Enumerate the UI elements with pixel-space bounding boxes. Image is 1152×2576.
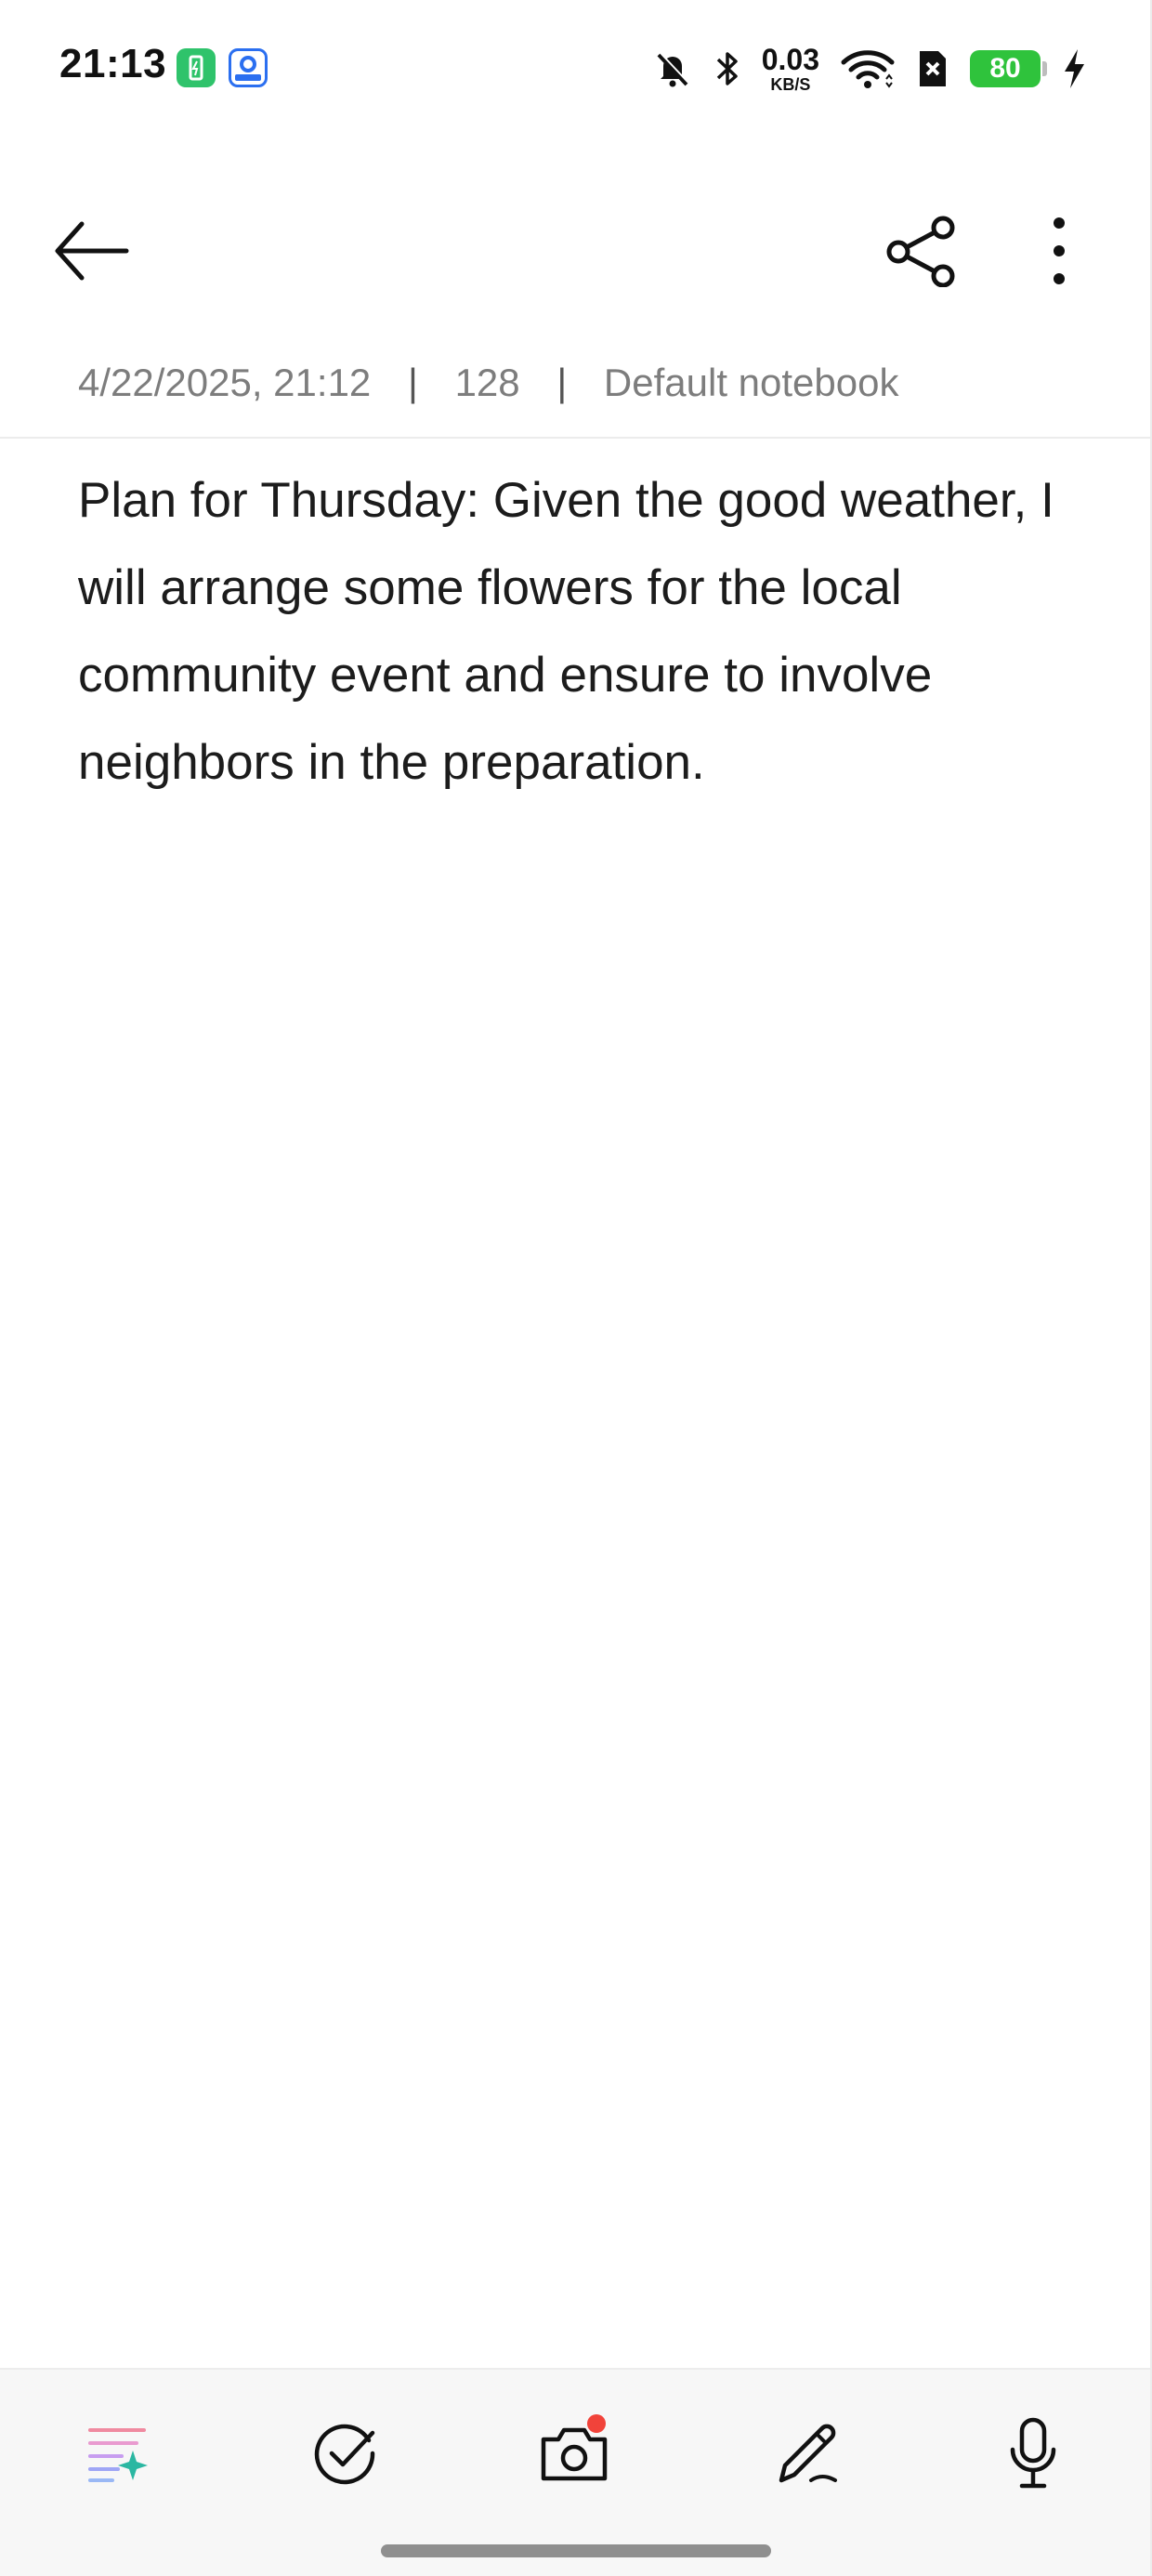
top-toolbar xyxy=(0,200,1152,302)
battery-indicator: 80 xyxy=(970,50,1047,87)
wifi-icon xyxy=(840,47,896,90)
checklist-icon xyxy=(314,2424,375,2485)
note-editor-screen: 21:13 0.03 KB/S 80 4/22/2025, 21:12 | 12… xyxy=(0,0,1152,2576)
back-button[interactable] xyxy=(45,204,137,297)
share-button[interactable] xyxy=(875,204,968,297)
note-date: 4/22/2025, 21:12 xyxy=(78,361,372,404)
note-meta-row: 4/22/2025, 21:12 | 128 | Default noteboo… xyxy=(78,361,898,405)
camera-notification-dot xyxy=(587,2414,606,2433)
checklist-button[interactable] xyxy=(300,2409,389,2498)
meta-divider xyxy=(0,437,1150,439)
location-app-icon xyxy=(229,48,268,87)
meta-separator: | xyxy=(407,361,418,404)
meta-separator: | xyxy=(556,361,568,404)
pen-icon xyxy=(779,2424,837,2483)
text-format-button[interactable] xyxy=(72,2409,162,2498)
status-bar: 21:13 0.03 KB/S 80 xyxy=(0,0,1152,139)
pen-button[interactable] xyxy=(764,2409,853,2498)
text-format-icon xyxy=(88,2428,148,2482)
microphone-button[interactable] xyxy=(988,2409,1078,2498)
status-icons: 0.03 KB/S 80 xyxy=(652,41,1087,97)
note-body-text[interactable]: Plan for Thursday: Given the good weathe… xyxy=(78,457,1081,807)
camera-button[interactable] xyxy=(530,2409,619,2498)
arrow-left-icon xyxy=(55,221,129,281)
more-options-button[interactable] xyxy=(1013,204,1106,297)
share-icon xyxy=(886,216,955,287)
mute-icon xyxy=(652,48,693,89)
note-editor-area[interactable] xyxy=(0,818,1150,2360)
bottom-toolbar xyxy=(0,2368,1150,2576)
charging-app-icon xyxy=(177,48,216,87)
home-indicator[interactable] xyxy=(381,2544,771,2557)
status-time: 21:13 xyxy=(59,41,167,86)
network-speed-value: 0.03 xyxy=(761,43,819,76)
network-speed-unit: KB/S xyxy=(770,75,811,94)
note-char-count: 128 xyxy=(454,361,520,404)
charging-bolt-icon xyxy=(1061,47,1087,90)
notebook-selector[interactable]: Default notebook xyxy=(604,361,899,404)
microphone-icon xyxy=(1010,2417,1056,2489)
network-speed: 0.03 KB/S xyxy=(762,45,819,93)
sim-off-icon xyxy=(916,47,949,90)
more-vertical-icon xyxy=(1054,217,1065,284)
bluetooth-icon xyxy=(713,47,741,90)
